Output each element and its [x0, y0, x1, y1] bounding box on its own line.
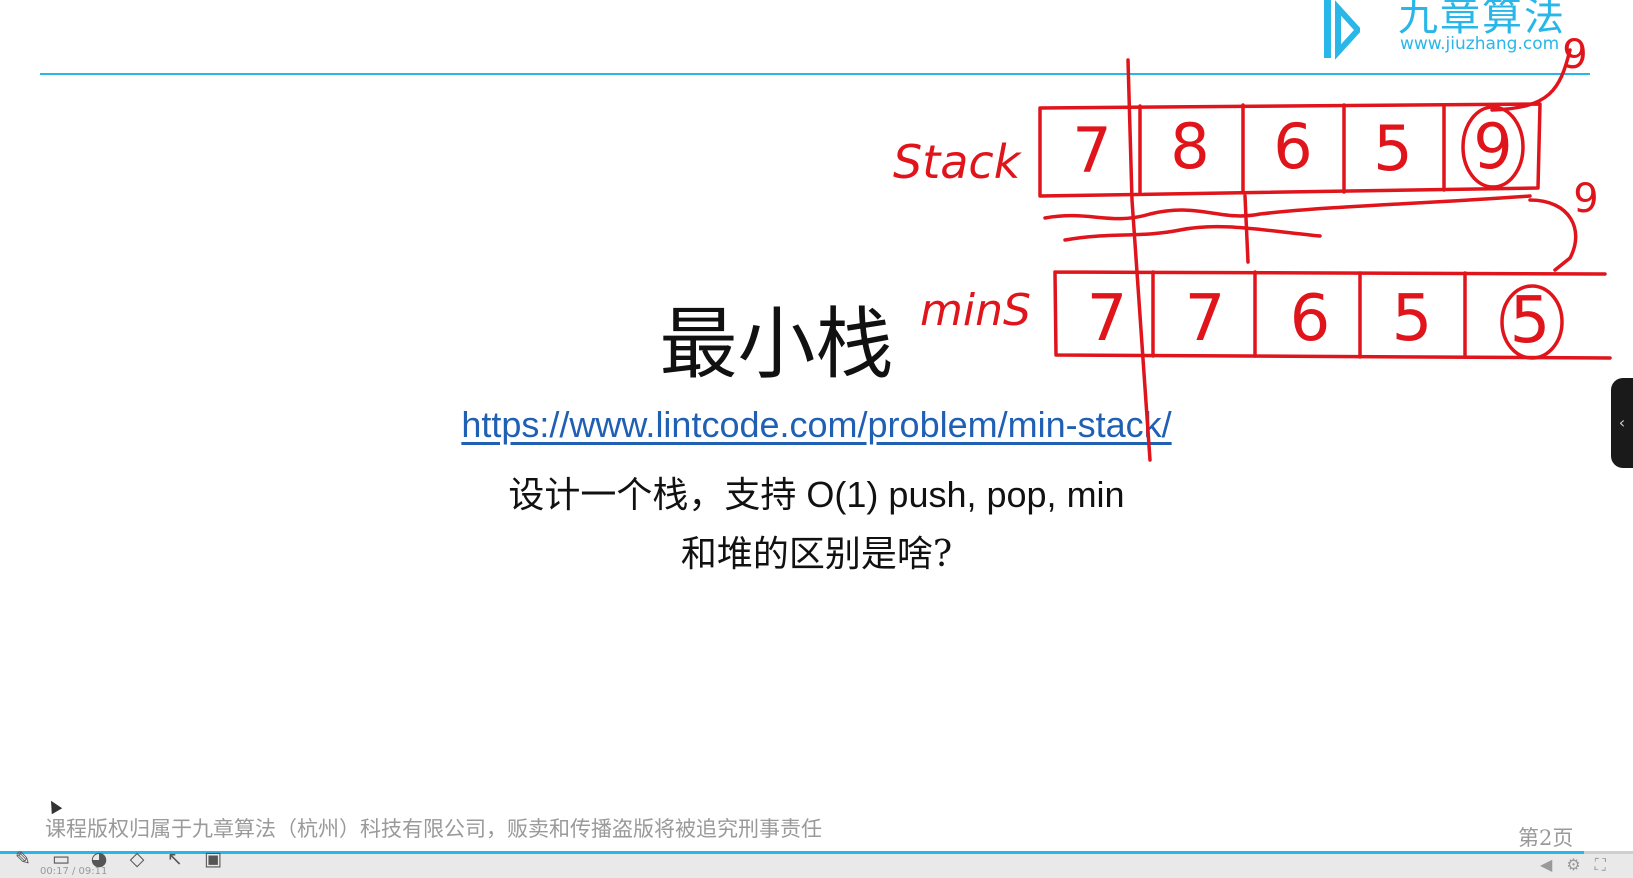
problem-link[interactable]: https://www.lintcode.com/problem/min-sta…: [461, 404, 1171, 445]
logo: 九章算法 www.jiuzhang.com: [1320, 0, 1610, 62]
camera-icon[interactable]: ▣: [200, 846, 226, 872]
copyright-notice: 课程版权归属于九章算法（杭州）科技有限公司，贩卖和传播盗版将被追究刑事责任: [45, 817, 822, 841]
stack-box: [1038, 102, 1542, 198]
mouse-cursor-icon: [45, 797, 63, 815]
header-rule: [40, 73, 1590, 75]
stack-label-text: Stack: [893, 135, 1023, 189]
stack-values: 7 8 6 5 9: [1072, 110, 1512, 187]
player-controls: ◀ ⚙ ⛶: [1540, 855, 1606, 875]
progress-fill: [0, 851, 1584, 854]
pen-icon[interactable]: ✎: [10, 846, 36, 872]
stack-value-1: 7: [1072, 114, 1111, 187]
logo-url: www.jiuzhang.com: [1400, 34, 1560, 54]
playback-time: 00:17 / 09:11: [40, 866, 108, 877]
stack-value-2: 8: [1170, 110, 1209, 183]
problem-link-row: https://www.lintcode.com/problem/min-sta…: [0, 404, 1633, 446]
slide-title: 最小栈: [659, 300, 894, 390]
settings-icon[interactable]: ⚙: [1566, 855, 1580, 875]
page-number: 第2页: [1518, 826, 1574, 850]
pointer-icon[interactable]: ↖: [162, 846, 188, 872]
volume-icon[interactable]: ◀: [1540, 855, 1552, 875]
stack-value-4: 5: [1373, 112, 1412, 185]
slide: 九章算法 www.jiuzhang.com 最小栈 https://www.li…: [0, 0, 1633, 878]
stack-value-3: 6: [1273, 110, 1312, 183]
slide-description: 设计一个栈，支持 O(1) push, pop, min: [508, 474, 1125, 515]
eraser-icon[interactable]: ◇: [124, 846, 150, 872]
slide-question: 和堆的区别是啥?: [680, 534, 953, 575]
side-panel-toggle[interactable]: ‹: [1611, 378, 1633, 468]
player-toolbar: [0, 851, 1633, 878]
fullscreen-icon[interactable]: ⛶: [1595, 855, 1606, 875]
stack-label: Stack: [893, 135, 1023, 189]
pushed-value-side: 9: [1573, 176, 1598, 222]
logo-icon: [1324, 0, 1360, 60]
stack-value-5: 9: [1473, 110, 1512, 183]
